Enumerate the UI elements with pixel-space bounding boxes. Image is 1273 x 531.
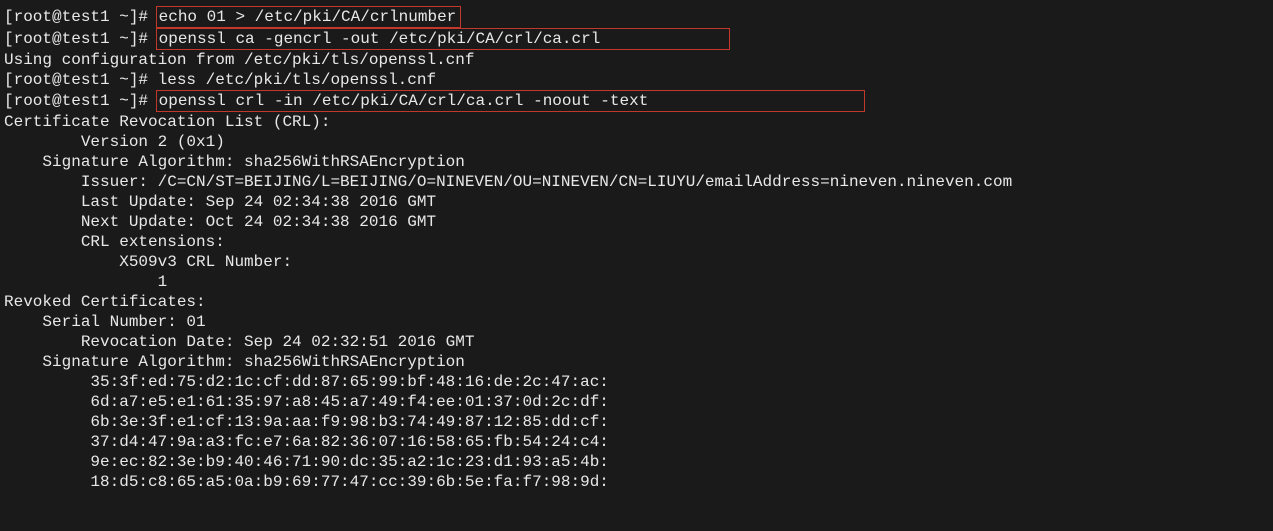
terminal-line: Next Update: Oct 24 02:34:38 2016 GMT — [4, 212, 1269, 232]
terminal-output: [root@test1 ~]# echo 01 > /etc/pki/CA/cr… — [0, 0, 1273, 498]
output-text: Revoked Certificates: — [4, 293, 206, 311]
terminal-line: 37:d4:47:9a:a3:fc:e7:6a:82:36:07:16:58:6… — [4, 432, 1269, 452]
terminal-line: 9e:ec:82:3e:b9:40:46:71:90:dc:35:a2:1c:2… — [4, 452, 1269, 472]
terminal-line: Using configuration from /etc/pki/tls/op… — [4, 50, 1269, 70]
terminal-line: Issuer: /C=CN/ST=BEIJING/L=BEIJING/O=NIN… — [4, 172, 1269, 192]
shell-prompt: [root@test1 ~]# — [4, 71, 158, 89]
shell-command: less /etc/pki/tls/openssl.cnf — [158, 71, 436, 89]
shell-prompt: [root@test1 ~]# — [4, 92, 158, 110]
output-text: Signature Algorithm: sha256WithRSAEncryp… — [4, 353, 465, 371]
terminal-line: [root@test1 ~]# less /etc/pki/tls/openss… — [4, 70, 1269, 90]
output-text: 37:d4:47:9a:a3:fc:e7:6a:82:36:07:16:58:6… — [4, 433, 609, 451]
terminal-line: CRL extensions: — [4, 232, 1269, 252]
output-text: CRL extensions: — [4, 233, 225, 251]
output-text: Using configuration from /etc/pki/tls/op… — [4, 51, 474, 69]
terminal-line: 18:d5:c8:65:a5:0a:b9:69:77:47:cc:39:6b:5… — [4, 472, 1269, 492]
terminal-line: 6d:a7:e5:e1:61:35:97:a8:45:a7:49:f4:ee:0… — [4, 392, 1269, 412]
output-text: Revocation Date: Sep 24 02:32:51 2016 GM… — [4, 333, 474, 351]
output-text: Serial Number: 01 — [4, 313, 206, 331]
shell-prompt: [root@test1 ~]# — [4, 30, 158, 48]
terminal-line: Version 2 (0x1) — [4, 132, 1269, 152]
output-text: 35:3f:ed:75:d2:1c:cf:dd:87:65:99:bf:48:1… — [4, 373, 609, 391]
terminal-line: [root@test1 ~]# openssl ca -gencrl -out … — [4, 28, 1269, 50]
output-text: 9e:ec:82:3e:b9:40:46:71:90:dc:35:a2:1c:2… — [4, 453, 609, 471]
shell-command: openssl ca -gencrl -out /etc/pki/CA/crl/… — [156, 28, 731, 50]
output-text: 1 — [4, 273, 167, 291]
output-text: Certificate Revocation List (CRL): — [4, 113, 330, 131]
terminal-line: Last Update: Sep 24 02:34:38 2016 GMT — [4, 192, 1269, 212]
terminal-line: Revoked Certificates: — [4, 292, 1269, 312]
output-text: X509v3 CRL Number: — [4, 253, 302, 271]
shell-command: echo 01 > /etc/pki/CA/crlnumber — [156, 6, 462, 28]
output-text: Next Update: Oct 24 02:34:38 2016 GMT — [4, 213, 436, 231]
output-text: Issuer: /C=CN/ST=BEIJING/L=BEIJING/O=NIN… — [4, 173, 1012, 191]
output-text: Version 2 (0x1) — [4, 133, 225, 151]
output-text: 18:d5:c8:65:a5:0a:b9:69:77:47:cc:39:6b:5… — [4, 473, 609, 491]
output-text: 6d:a7:e5:e1:61:35:97:a8:45:a7:49:f4:ee:0… — [4, 393, 609, 411]
output-text: 6b:3e:3f:e1:cf:13:9a:aa:f9:98:b3:74:49:8… — [4, 413, 609, 431]
shell-prompt: [root@test1 ~]# — [4, 8, 158, 26]
shell-command: openssl crl -in /etc/pki/CA/crl/ca.crl -… — [156, 90, 865, 112]
terminal-line: 35:3f:ed:75:d2:1c:cf:dd:87:65:99:bf:48:1… — [4, 372, 1269, 392]
terminal-line: X509v3 CRL Number: — [4, 252, 1269, 272]
terminal-line: [root@test1 ~]# echo 01 > /etc/pki/CA/cr… — [4, 6, 1269, 28]
terminal-line: Revocation Date: Sep 24 02:32:51 2016 GM… — [4, 332, 1269, 352]
terminal-line: 1 — [4, 272, 1269, 292]
terminal-line: [root@test1 ~]# openssl crl -in /etc/pki… — [4, 90, 1269, 112]
output-text: Signature Algorithm: sha256WithRSAEncryp… — [4, 153, 465, 171]
terminal-line: 6b:3e:3f:e1:cf:13:9a:aa:f9:98:b3:74:49:8… — [4, 412, 1269, 432]
terminal-line: Serial Number: 01 — [4, 312, 1269, 332]
output-text: Last Update: Sep 24 02:34:38 2016 GMT — [4, 193, 436, 211]
terminal-line: Signature Algorithm: sha256WithRSAEncryp… — [4, 352, 1269, 372]
terminal-line: Certificate Revocation List (CRL): — [4, 112, 1269, 132]
terminal-line: Signature Algorithm: sha256WithRSAEncryp… — [4, 152, 1269, 172]
